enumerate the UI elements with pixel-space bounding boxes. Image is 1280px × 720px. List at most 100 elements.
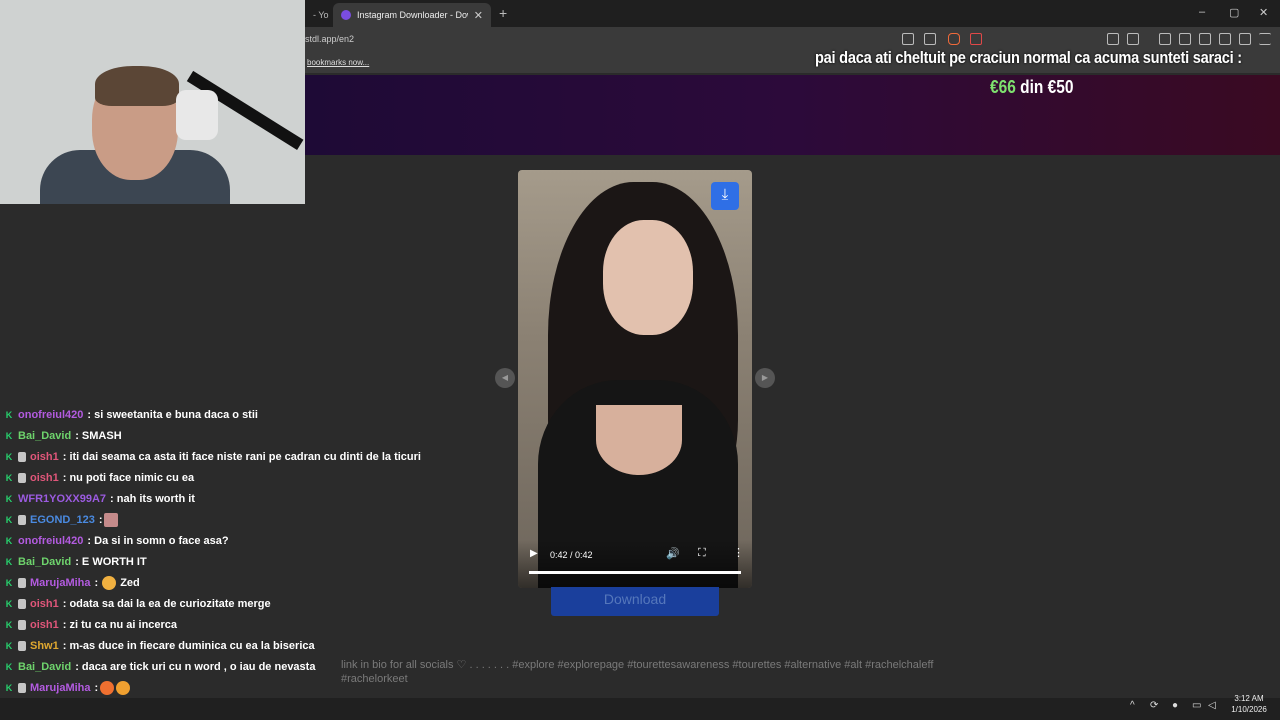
download-button[interactable]: Download [551, 587, 719, 616]
chat-badge-icon: K [5, 431, 13, 441]
subscriber-badge-icon [18, 452, 26, 462]
post-caption: link in bio for all socials ♡ . . . . . … [341, 659, 934, 685]
close-tab-icon[interactable]: ✕ [474, 9, 483, 22]
chat-text: Zed [120, 577, 140, 589]
chat-username[interactable]: oish1 [30, 598, 59, 610]
favicon-icon [341, 10, 351, 20]
chat-username[interactable]: Bai_David [18, 661, 71, 673]
subscriber-badge-icon [18, 599, 26, 609]
chat-badge-icon: K [5, 536, 13, 546]
chat-message: K MarujaMiha: [4, 678, 131, 698]
import-bookmarks-link[interactable]: bookmarks now... [307, 58, 369, 67]
subscriber-badge-icon [18, 515, 26, 525]
chat-username[interactable]: onofreiul420 [18, 409, 83, 421]
subscriber-badge-icon [18, 683, 26, 693]
clock-date: 1/10/2026 [1231, 705, 1267, 714]
extensions-icon[interactable] [1107, 33, 1119, 45]
chat-username[interactable]: MarujaMiha [30, 577, 91, 589]
chat-text: : SMASH [75, 430, 122, 442]
menu-icon[interactable] [1259, 33, 1271, 45]
new-tab-button[interactable]: + [499, 5, 507, 21]
subscriber-badge-icon [18, 473, 26, 483]
brave-shield-icon[interactable] [948, 33, 960, 45]
chat-username[interactable]: Bai_David [18, 430, 71, 442]
chat-username[interactable]: oish1 [30, 451, 59, 463]
chat-text: : iti dai seama ca asta iti face niste r… [62, 451, 421, 463]
cast-icon[interactable] [902, 33, 914, 45]
chat-message: K Shw1: m-as duce in fiecare duminica cu … [4, 636, 315, 656]
wallet-icon[interactable] [1199, 33, 1211, 45]
subscriber-badge-icon [18, 620, 26, 630]
clock-time: 3:12 AM [1234, 694, 1264, 703]
chat-message: K EGOND_123: [4, 510, 119, 530]
page-header-banner [305, 75, 1280, 155]
fullscreen-icon[interactable]: ⛶ [698, 547, 706, 560]
subscriber-badge-icon [18, 641, 26, 651]
vpn-icon[interactable] [1239, 33, 1251, 45]
chat-colon: : [94, 577, 99, 589]
video-subject-chest [596, 405, 682, 475]
chat-username[interactable]: onofreiul420 [18, 535, 83, 547]
windows-taskbar [0, 698, 1280, 720]
chat-text: : E WORTH IT [75, 556, 147, 568]
chat-badge-icon: K [5, 641, 13, 651]
chat-username[interactable]: Bai_David [18, 556, 71, 568]
stream-overlay-goal: €66 din €50 [990, 77, 1073, 98]
chat-text: : nah its worth it [110, 493, 195, 505]
minimize-button[interactable]: – [1199, 6, 1205, 18]
tray-chevron-icon[interactable]: ^ [1130, 700, 1135, 711]
chat-message: Konofreiul420: si sweetanita e buna daca… [4, 405, 258, 425]
chat-username[interactable]: WFR1YOXX99A7 [18, 493, 106, 505]
chat-message: K Bai_David : E WORTH IT [4, 552, 147, 572]
chat-message: Konofreiul420 : Da si in somn o face asa? [4, 531, 229, 551]
tab-search-icon[interactable] [1127, 33, 1139, 45]
taskbar-clock[interactable]: 3:12 AM 1/10/2026 [1226, 693, 1272, 715]
chat-badge-icon: K [5, 557, 13, 567]
chat-username[interactable]: oish1 [30, 472, 59, 484]
chat-text: : Da si in somn o face asa? [87, 535, 229, 547]
chat-username[interactable]: Shw1 [30, 640, 59, 652]
maximize-button[interactable]: ▢ [1229, 6, 1239, 19]
url-field[interactable]: stdl.app/en2 [305, 34, 354, 44]
tab-label: Instagram Downloader - Downlo [357, 10, 468, 20]
chat-badge-icon: K [5, 494, 13, 504]
more-options-icon[interactable]: ⋮ [733, 546, 744, 559]
webcam-overlay [0, 0, 305, 204]
sidebar-icon[interactable] [1179, 33, 1191, 45]
microphone [176, 90, 218, 140]
tab-instagram-downloader[interactable]: Instagram Downloader - Downlo ✕ [333, 3, 491, 27]
tab-youtube[interactable]: - Yo [305, 3, 331, 27]
chat-emote-icon [100, 681, 115, 695]
play-icon[interactable]: ▶ [530, 548, 538, 559]
chat-text: : si sweetanita e buna daca o stii [87, 409, 258, 421]
video-progress-bar[interactable] [529, 571, 741, 574]
chat-username[interactable]: EGOND_123 [30, 514, 95, 526]
goal-target: din €50 [1015, 77, 1074, 97]
download-icon[interactable]: ⤓ [711, 182, 739, 210]
share-icon[interactable] [924, 33, 936, 45]
chat-text: : nu poti face nimic cu ea [62, 472, 195, 484]
chat-username[interactable]: MarujaMiha [30, 682, 91, 694]
chat-text: : [98, 514, 103, 526]
carousel-prev-button[interactable]: ◀ [495, 368, 515, 388]
chat-badge-icon: K [5, 473, 13, 483]
chat-emote-icon [104, 513, 119, 527]
close-window-button[interactable]: ✕ [1259, 6, 1268, 19]
chat-message: K Bai_David : SMASH [4, 426, 122, 446]
carousel-next-button[interactable]: ▶ [755, 368, 775, 388]
rewards-icon[interactable] [970, 33, 982, 45]
mic-tray-icon[interactable]: ● [1172, 700, 1178, 711]
video-progress-fill [529, 571, 741, 574]
media-icon[interactable] [1159, 33, 1171, 45]
chat-username[interactable]: oish1 [30, 619, 59, 631]
tab-label: - Yo [313, 10, 329, 20]
chat-message: Koish1: odata sa dai la ea de curiozitat… [4, 594, 271, 614]
network-icon[interactable]: ▭ [1192, 700, 1201, 711]
video-player[interactable]: ⤓ ▶ 0:42 / 0:42 🔊 ⛶ ⋮ [518, 170, 752, 588]
leo-icon[interactable] [1219, 33, 1231, 45]
chat-message: Koish1: zi tu ca nu ai incerca [4, 615, 177, 635]
speaker-icon[interactable]: ◁ [1208, 700, 1216, 711]
volume-icon[interactable]: 🔊 [666, 547, 680, 560]
sync-icon[interactable]: ⟳ [1150, 700, 1158, 711]
video-time: 0:42 / 0:42 [550, 550, 593, 560]
